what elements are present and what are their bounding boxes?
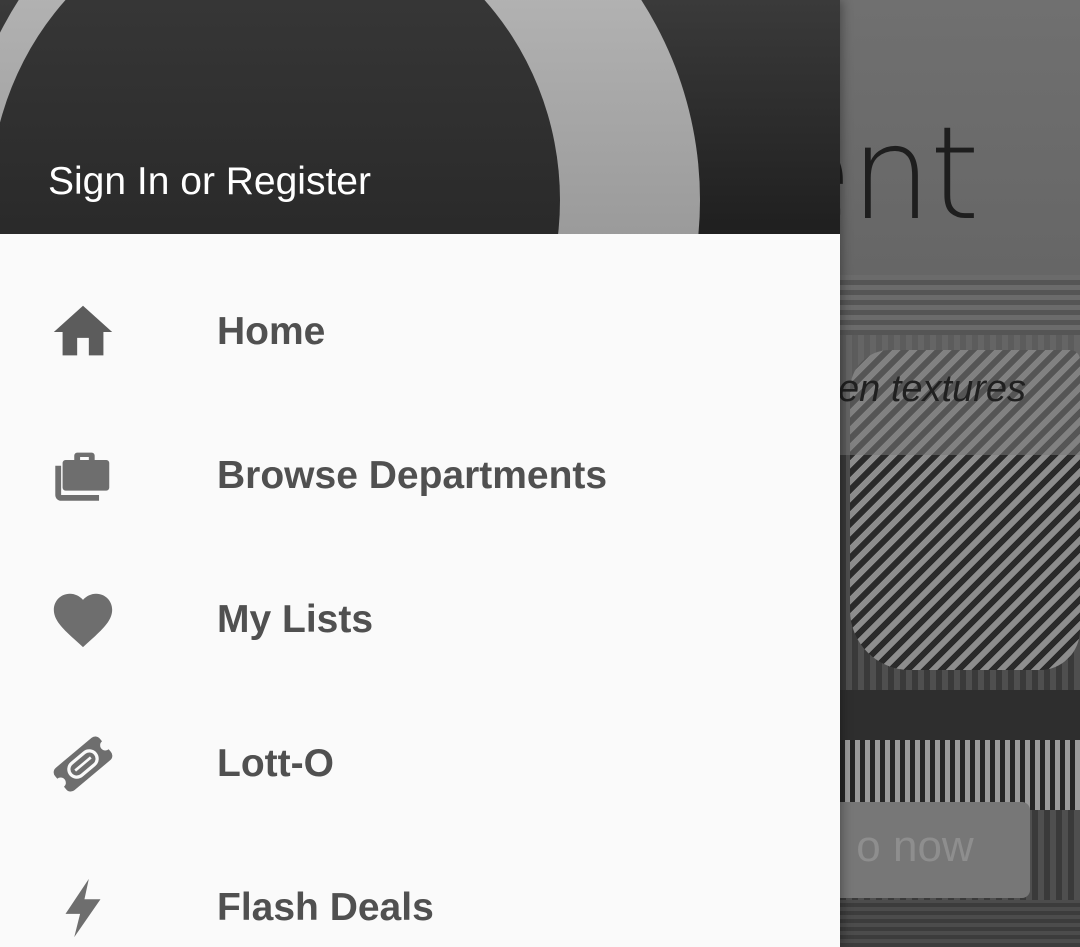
navigation-drawer: Sign In or Register Home Browse Departme… (0, 0, 840, 947)
drawer-header: Sign In or Register (0, 0, 840, 234)
lightning-icon (48, 873, 118, 943)
menu-item-label: Home (217, 310, 326, 353)
menu-item-lott-o[interactable]: Lott-O (0, 692, 840, 836)
sign-in-register-link[interactable]: Sign In or Register (48, 160, 371, 204)
heart-icon (48, 585, 118, 655)
promo-caption: en textures (838, 368, 1026, 410)
menu-item-browse-departments[interactable]: Browse Departments (0, 404, 840, 548)
briefcase-icon (48, 441, 118, 511)
menu-item-home[interactable]: Home (0, 260, 840, 404)
promo-photo-floor (840, 900, 1080, 947)
menu-item-my-lists[interactable]: My Lists (0, 548, 840, 692)
promo-photo-basket (840, 275, 1080, 335)
menu-item-label: Browse Departments (217, 454, 608, 497)
menu-item-flash-deals[interactable]: Flash Deals (0, 836, 840, 947)
menu-item-label: Flash Deals (217, 886, 434, 929)
ticket-icon (48, 729, 118, 799)
menu-item-label: Lott-O (217, 742, 334, 785)
home-icon (48, 297, 118, 367)
drawer-menu: Home Browse Departments My Lists Lott-O … (0, 260, 840, 947)
menu-item-label: My Lists (217, 598, 374, 641)
promo-photo-fringe (840, 740, 1080, 810)
promo-photo-table (840, 690, 1080, 740)
